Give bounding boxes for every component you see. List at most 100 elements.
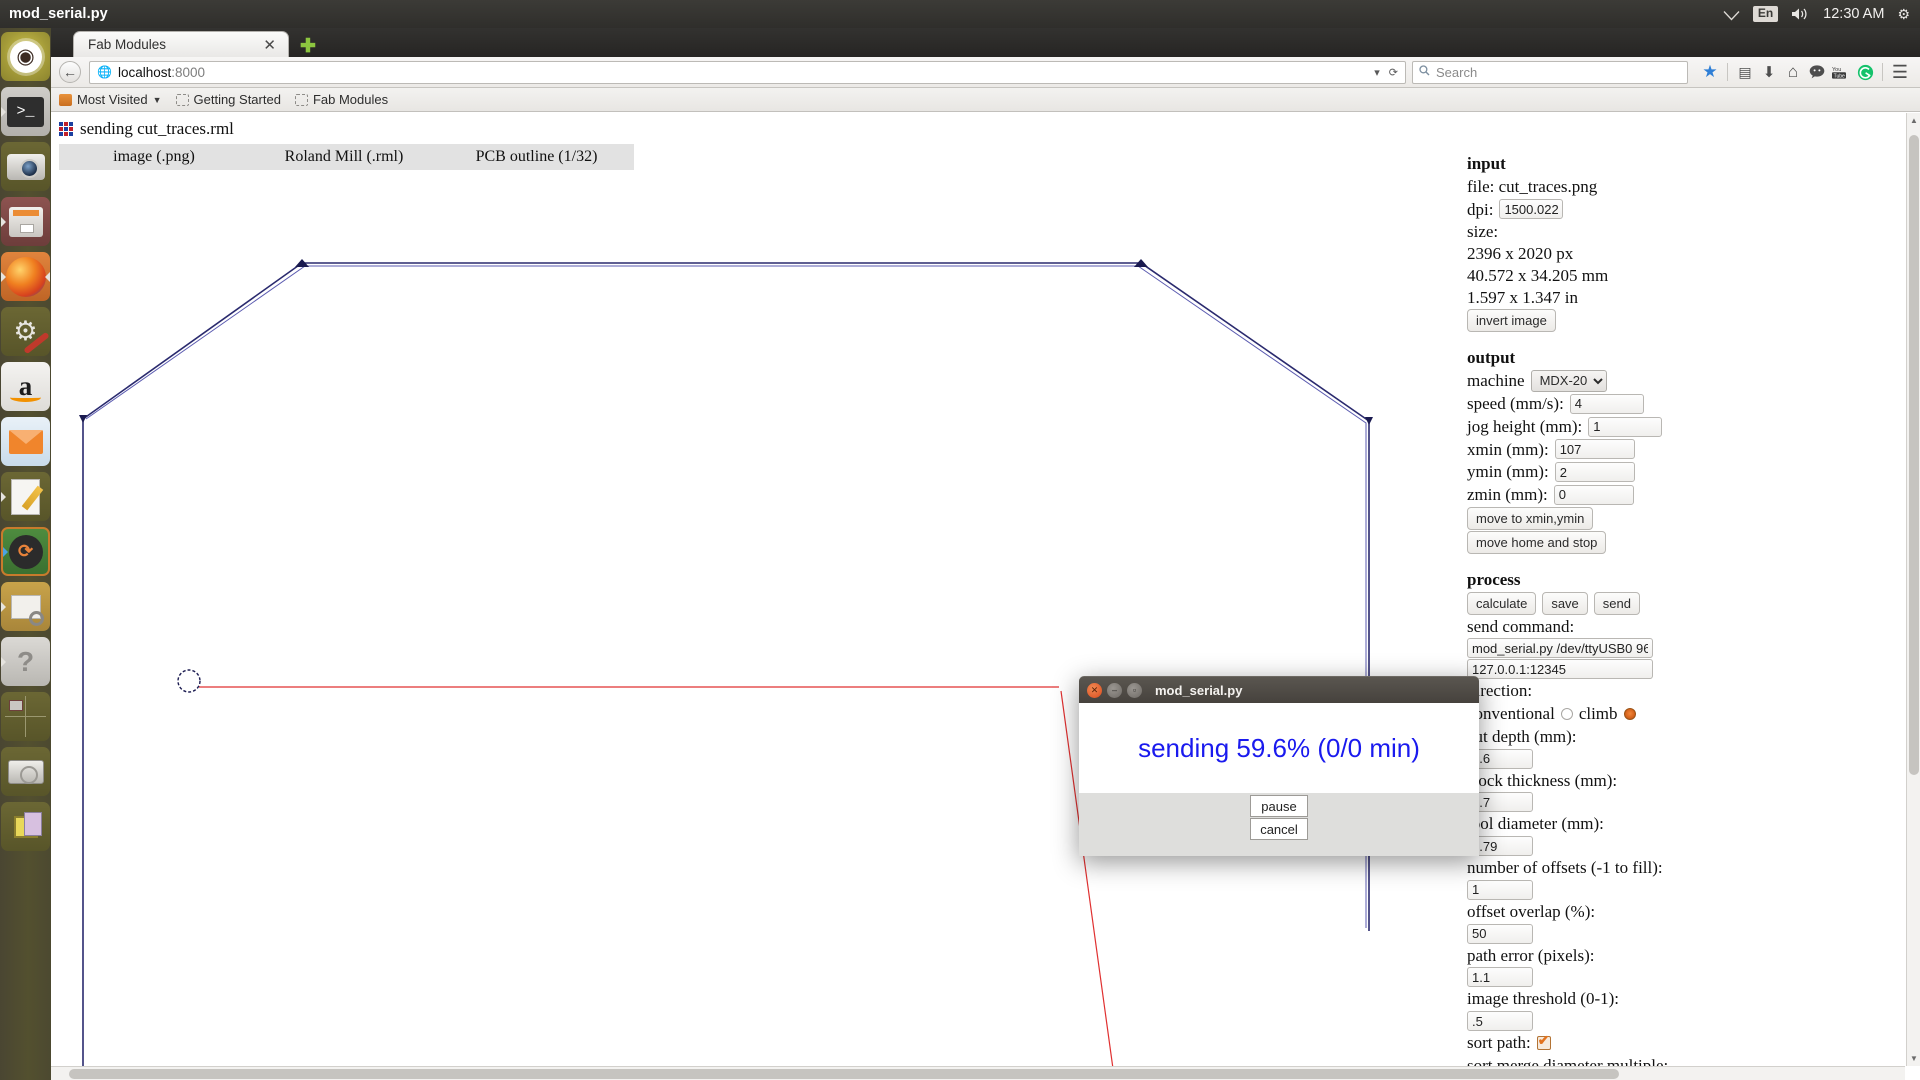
close-icon[interactable]: ✕ [1087, 682, 1102, 698]
xmin-input[interactable] [1554, 439, 1635, 460]
downloads-icon[interactable]: ⬇ [1757, 63, 1781, 81]
youtube-icon[interactable]: You Tube [1829, 65, 1853, 80]
horizontal-scrollbar[interactable] [51, 1066, 1905, 1080]
bookmark-label: Most Visited [77, 92, 148, 107]
cut-depth-label: cut depth (mm): [1467, 726, 1577, 746]
input-heading: input [1467, 154, 1506, 173]
vertical-scrollbar[interactable]: ▲ ▼ [1906, 113, 1920, 1066]
maximize-icon[interactable]: ▫ [1127, 682, 1142, 698]
keyboard-layout-indicator[interactable]: En [1752, 5, 1779, 23]
mod-serial-dialog: ✕ – ▫ mod_serial.py sending 59.6% (0/0 m… [1079, 676, 1479, 856]
scroll-up-icon[interactable]: ▲ [1910, 116, 1918, 125]
bookmark-getting-started[interactable]: Getting Started [175, 92, 281, 107]
xmin-row: xmin (mm): [1467, 439, 1717, 461]
globe-icon: 🌐 [97, 65, 112, 79]
move-to-xmin-ymin-button[interactable]: move to xmin,ymin [1467, 506, 1594, 530]
launcher-item-help[interactable]: ? [1, 637, 50, 686]
conventional-radio[interactable] [1560, 707, 1573, 720]
bookmark-star-icon[interactable]: ★ [1698, 62, 1722, 82]
progress-message: sending 59.6% (0/0 min) [1138, 732, 1420, 763]
launcher-item-terminal[interactable]: >_ [1, 87, 50, 136]
dpi-input[interactable] [1499, 199, 1564, 220]
clock[interactable]: 12:30 AM [1823, 6, 1884, 22]
cancel-button[interactable]: cancel [1250, 818, 1308, 840]
offset-overlap-input[interactable] [1467, 923, 1533, 944]
dialog-title-bar[interactable]: ✕ – ▫ mod_serial.py [1079, 676, 1479, 703]
calculate-button[interactable]: calculate [1467, 591, 1537, 615]
image-threshold-input[interactable] [1467, 1011, 1533, 1031]
mode-input-format[interactable]: image (.png) [59, 148, 249, 166]
launcher-item-disk[interactable] [1, 747, 50, 796]
new-tab-button[interactable]: ✚ [300, 37, 316, 56]
minimize-icon[interactable]: – [1107, 682, 1122, 698]
url-port: :8000 [171, 64, 206, 80]
launcher-item-ubuntu-dash[interactable] [1, 32, 50, 81]
page-icon [175, 93, 189, 106]
send-button[interactable]: send [1593, 591, 1640, 615]
mode-output-machine[interactable]: Roland Mill (.rml) [249, 148, 439, 166]
output-heading: output [1467, 348, 1516, 368]
fab-modules-page: sending cut_traces.rml image (.png) Rola… [51, 113, 1905, 1080]
navigation-toolbar: ← 🌐 localhost:8000 ▾ ⟳ Search ★ ▤ ⬇ ⌂ Yo… [51, 57, 1920, 88]
zmin-input[interactable] [1553, 484, 1634, 505]
launcher-item-thunderbird[interactable] [1, 417, 50, 466]
scroll-down-icon[interactable]: ▼ [1910, 1054, 1918, 1063]
direction-label: direction: [1467, 681, 1533, 701]
fab-logo-icon [59, 122, 73, 136]
chat-icon[interactable] [1805, 65, 1829, 79]
path-error-input[interactable] [1467, 967, 1533, 988]
launcher-item-software-updater[interactable]: ⟳ [1, 527, 50, 576]
tab-label: Fab Modules [88, 37, 167, 52]
unity-launcher: >_ ⚙ a ⟳ ? [0, 28, 51, 1080]
bookmark-most-visited[interactable]: Most Visited ▼ [59, 92, 162, 107]
toolpath-canvas[interactable] [59, 171, 1449, 1080]
reload-icon[interactable]: ⟳ [1389, 66, 1398, 79]
bookmark-fab-modules[interactable]: Fab Modules [294, 92, 388, 107]
socket-address-input[interactable] [1467, 659, 1653, 680]
launcher-item-files[interactable] [1, 197, 50, 246]
tab-fab-modules[interactable]: Fab Modules ✕ [73, 31, 289, 57]
launcher-item-system-settings[interactable]: ⚙ [1, 307, 50, 356]
machine-label: machine [1467, 371, 1525, 391]
search-input[interactable]: Search [1412, 60, 1688, 84]
jog-height-input[interactable] [1588, 416, 1663, 437]
volume-icon[interactable] [1791, 7, 1810, 21]
close-icon[interactable]: ✕ [259, 36, 280, 54]
vertical-scroll-thumb[interactable] [1909, 135, 1919, 775]
size-inches: 1.597 x 1.347 in [1467, 287, 1578, 307]
grammarly-icon[interactable] [1853, 64, 1877, 81]
launcher-item-text-editor[interactable] [1, 472, 50, 521]
url-bar[interactable]: 🌐 localhost:8000 ▾ ⟳ [89, 60, 1406, 84]
page-icon [294, 93, 308, 106]
send-command-input[interactable] [1467, 638, 1653, 659]
machine-select[interactable]: MDX-20 [1530, 370, 1607, 392]
ymin-row: ymin (mm): [1467, 461, 1717, 483]
mode-process[interactable]: PCB outline (1/32) [439, 148, 634, 166]
pause-button[interactable]: pause [1250, 795, 1308, 817]
back-button[interactable]: ← [59, 61, 81, 83]
move-home-and-stop-button[interactable]: move home and stop [1467, 530, 1607, 554]
launcher-item-camera[interactable] [1, 142, 50, 191]
horizontal-scroll-thumb[interactable] [69, 1069, 1619, 1079]
number-of-offsets-input[interactable] [1467, 879, 1533, 900]
dialog-title: mod_serial.py [1155, 682, 1243, 698]
direction-row: conventional climb [1467, 703, 1717, 725]
save-button[interactable]: save [1542, 591, 1588, 615]
launcher-item-firefox[interactable] [1, 252, 50, 301]
climb-radio[interactable] [1623, 707, 1636, 720]
launcher-item-amazon[interactable]: a [1, 362, 50, 411]
ymin-input[interactable] [1554, 462, 1635, 483]
wifi-icon[interactable] [1723, 8, 1740, 21]
menu-icon[interactable]: ☰ [1888, 62, 1912, 83]
gear-icon[interactable]: ⚙ [1897, 7, 1910, 21]
home-icon[interactable]: ⌂ [1781, 62, 1805, 82]
dpi-label: dpi: [1467, 199, 1494, 219]
launcher-item-image-viewer[interactable] [1, 582, 50, 631]
launcher-item-workspace-switcher[interactable] [1, 692, 50, 741]
speed-input[interactable] [1569, 393, 1644, 414]
invert-image-button[interactable]: invert image [1467, 309, 1556, 333]
reading-list-icon[interactable]: ▤ [1733, 64, 1757, 81]
chevron-down-icon[interactable]: ▾ [1374, 66, 1380, 79]
sort-path-checkbox[interactable] [1536, 1033, 1551, 1051]
launcher-item-devices[interactable] [1, 802, 50, 851]
